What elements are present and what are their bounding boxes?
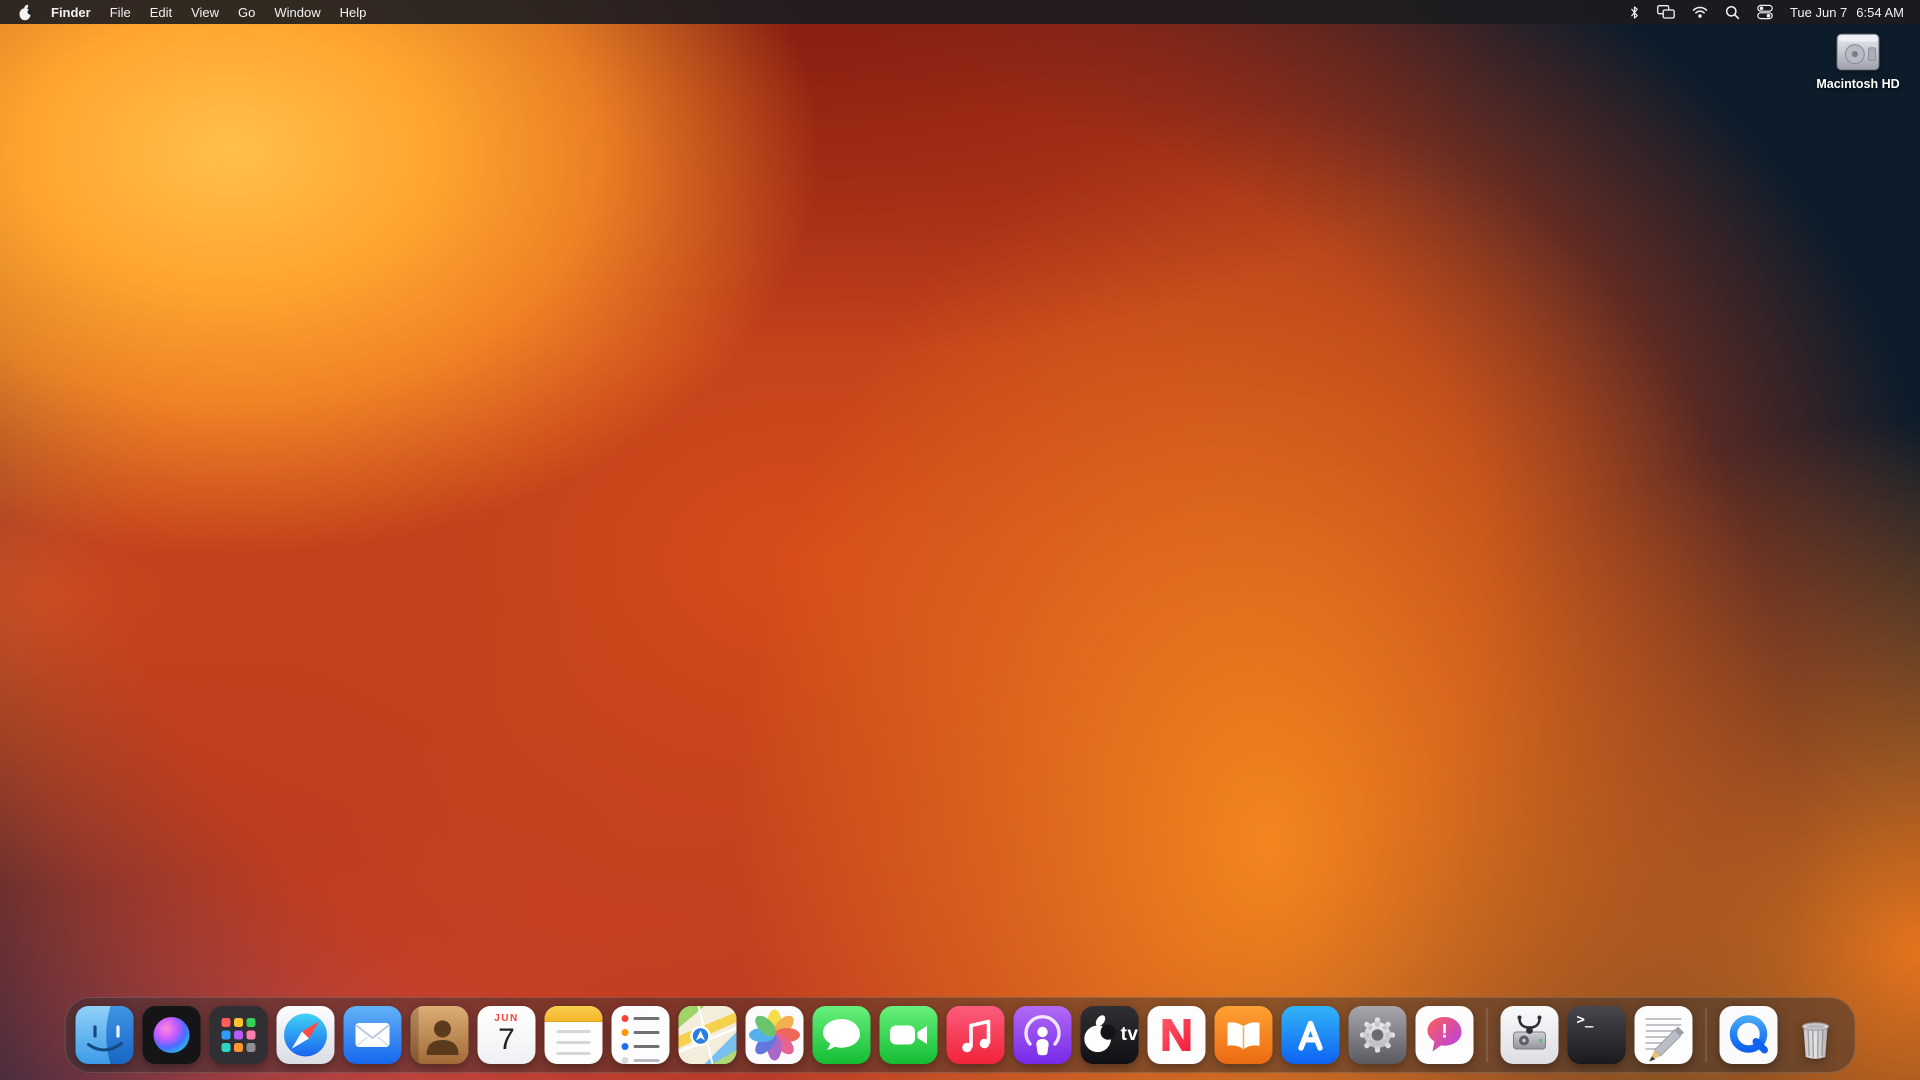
dock-item-textedit[interactable]: [1635, 1006, 1693, 1064]
dock-item-finder[interactable]: [76, 1006, 134, 1064]
calendar-icon: JUN 7: [478, 1006, 536, 1064]
disk-utility-icon: [1501, 1006, 1559, 1064]
dock-item-terminal[interactable]: >_: [1568, 1006, 1626, 1064]
menu-time: 6:54 AM: [1856, 5, 1904, 20]
dock-item-feedback-assistant[interactable]: !: [1416, 1006, 1474, 1064]
reminders-icon: [612, 1006, 670, 1064]
terminal-icon: >_: [1568, 1006, 1626, 1064]
menu-clock[interactable]: Tue Jun 7 6:54 AM: [1790, 5, 1904, 20]
dock-item-calendar[interactable]: JUN 7: [478, 1006, 536, 1064]
control-center-icon[interactable]: [1757, 4, 1773, 20]
dock: JUN 7: [65, 997, 1856, 1073]
apple-logo-icon: [1081, 1006, 1119, 1064]
dock-item-music[interactable]: [947, 1006, 1005, 1064]
dock-separator: [1706, 1008, 1707, 1062]
dock-item-podcasts[interactable]: [1014, 1006, 1072, 1064]
apple-menu[interactable]: [18, 4, 32, 21]
dock-item-messages[interactable]: [813, 1006, 871, 1064]
bluetooth-icon[interactable]: [1629, 5, 1640, 20]
dock-item-facetime[interactable]: [880, 1006, 938, 1064]
calendar-day-label: 7: [498, 1025, 515, 1055]
mail-icon: [344, 1006, 402, 1064]
wifi-icon[interactable]: [1692, 6, 1708, 18]
dock-item-trash[interactable]: [1787, 1006, 1845, 1064]
menu-file[interactable]: File: [110, 5, 131, 20]
dock-item-reminders[interactable]: [612, 1006, 670, 1064]
menu-window[interactable]: Window: [274, 5, 320, 20]
news-icon: [1148, 1006, 1206, 1064]
dock-item-app-store[interactable]: [1282, 1006, 1340, 1064]
dock-item-siri[interactable]: [143, 1006, 201, 1064]
dock-item-quicktime-player[interactable]: [1720, 1006, 1778, 1064]
menu-help[interactable]: Help: [340, 5, 367, 20]
dock-item-books[interactable]: [1215, 1006, 1273, 1064]
dock-item-notes[interactable]: [545, 1006, 603, 1064]
feedback-assistant-icon: !: [1416, 1006, 1474, 1064]
books-icon: [1215, 1006, 1273, 1064]
photos-icon: [746, 1006, 804, 1064]
dock-item-system-settings[interactable]: [1349, 1006, 1407, 1064]
dock-item-contacts[interactable]: [411, 1006, 469, 1064]
siri-icon: [143, 1006, 201, 1064]
menu-finder[interactable]: Finder: [51, 5, 91, 20]
dock-item-photos[interactable]: [746, 1006, 804, 1064]
menu-bar: Finder File Edit View Go Window Help: [0, 0, 1920, 24]
maps-icon: [679, 1006, 737, 1064]
menu-go[interactable]: Go: [238, 5, 255, 20]
desktop-wallpaper[interactable]: [0, 0, 1920, 1080]
safari-icon: [277, 1006, 335, 1064]
desktop-icon-macintosh-hd[interactable]: Macintosh HD: [1808, 30, 1908, 91]
dock-item-maps[interactable]: [679, 1006, 737, 1064]
dock-item-tv[interactable]: tv: [1081, 1006, 1139, 1064]
dock-item-mail[interactable]: [344, 1006, 402, 1064]
dock-item-disk-utility[interactable]: [1501, 1006, 1559, 1064]
finder-icon: [76, 1006, 134, 1064]
dock-item-launchpad[interactable]: [210, 1006, 268, 1064]
menu-edit[interactable]: Edit: [150, 5, 172, 20]
messages-icon: [813, 1006, 871, 1064]
screen: Finder File Edit View Go Window Help: [0, 0, 1920, 1080]
apple-tv-icon: tv: [1081, 1006, 1139, 1064]
menu-view[interactable]: View: [191, 5, 219, 20]
quicktime-icon: [1720, 1006, 1778, 1064]
display-mirroring-icon[interactable]: [1657, 5, 1675, 19]
launchpad-icon: [210, 1006, 268, 1064]
dock-item-safari[interactable]: [277, 1006, 335, 1064]
hard-drive-icon: [1834, 30, 1882, 74]
tv-label: tv: [1121, 1024, 1139, 1046]
trash-icon: [1787, 1006, 1845, 1064]
notes-icon: [545, 1006, 603, 1064]
podcasts-icon: [1014, 1006, 1072, 1064]
dock-item-news[interactable]: [1148, 1006, 1206, 1064]
dock-separator: [1487, 1008, 1488, 1062]
music-icon: [947, 1006, 1005, 1064]
feedback-exclaim: !: [1441, 1022, 1447, 1043]
menu-date: Tue Jun 7: [1790, 5, 1847, 20]
desktop-icon-label: Macintosh HD: [1816, 77, 1899, 91]
app-store-icon: [1282, 1006, 1340, 1064]
facetime-icon: [880, 1006, 938, 1064]
apple-icon: [18, 4, 32, 21]
terminal-prompt: >_: [1577, 1012, 1594, 1028]
contacts-icon: [411, 1006, 469, 1064]
spotlight-icon[interactable]: [1725, 5, 1740, 20]
textedit-icon: [1635, 1006, 1693, 1064]
system-settings-icon: [1349, 1006, 1407, 1064]
